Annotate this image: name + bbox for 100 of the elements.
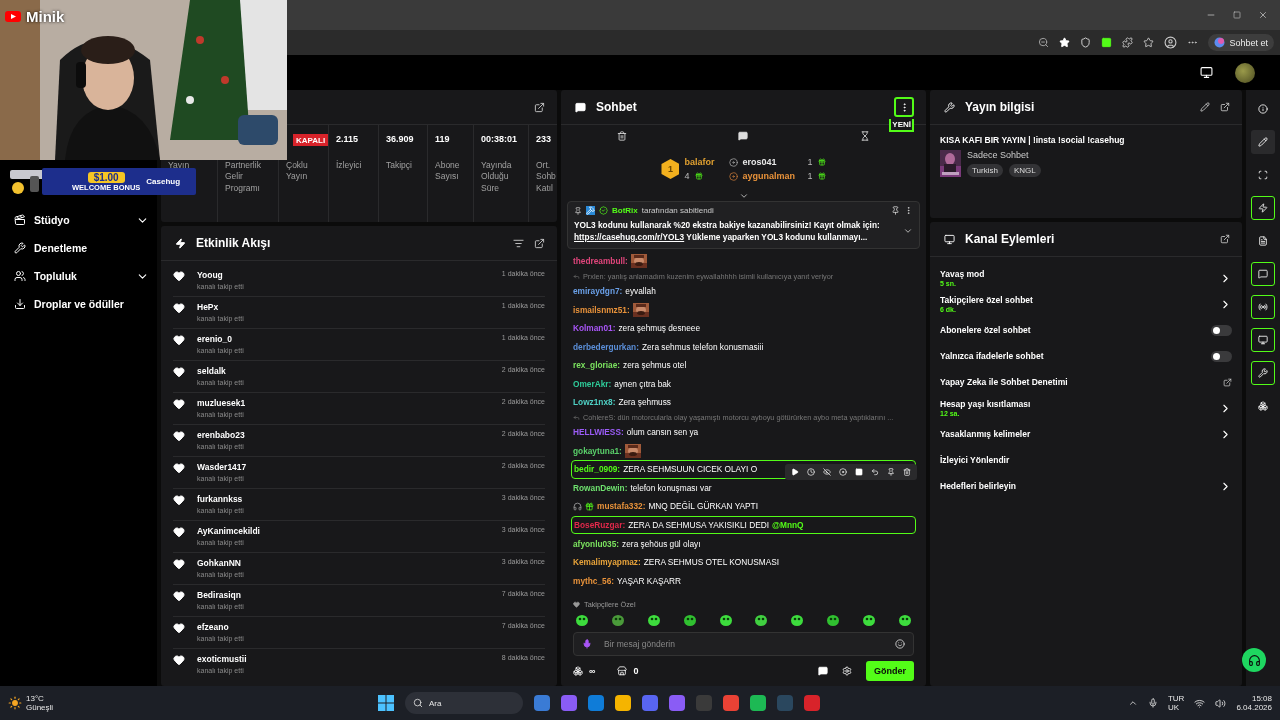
sidebar-item[interactable]: Denetleme — [14, 234, 149, 262]
app-icon[interactable] — [750, 695, 766, 711]
action-label: Hesap yaşı kısıtlaması — [940, 399, 1032, 409]
message-text: MNQ DEĞİL GÜRKAN YAPTI — [648, 501, 758, 512]
username: OmerAkr: — [573, 378, 612, 389]
status-badge: KAPALI — [293, 134, 329, 146]
more-icon[interactable] — [904, 206, 913, 215]
favorites-button[interactable] — [1143, 37, 1155, 48]
filter-icon[interactable] — [513, 237, 524, 249]
maximize-icon — [1233, 11, 1241, 19]
speaker-icon[interactable] — [1215, 697, 1227, 709]
clock-icon[interactable] — [807, 467, 815, 476]
trash-icon[interactable] — [616, 131, 627, 141]
app-icon[interactable] — [804, 695, 820, 711]
sidebar-item[interactable]: Topluluk — [14, 262, 149, 290]
pin-icon[interactable] — [891, 206, 900, 215]
popout-icon[interactable] — [534, 237, 545, 249]
search-field[interactable]: Ara — [405, 692, 523, 714]
gift-badge-icon — [585, 501, 594, 511]
emote-icon — [897, 614, 912, 626]
username: emiraydgn7: — [573, 285, 623, 296]
youtube-icon — [5, 11, 21, 22]
wrench-icon — [14, 242, 26, 254]
star-icon — [1059, 37, 1071, 48]
heart-icon — [173, 590, 185, 602]
message-text: zera şehöus gül olayı — [622, 538, 701, 549]
popout-icon[interactable] — [1220, 234, 1230, 244]
stat-value: 00:38:01 — [481, 134, 519, 146]
heart-icon — [173, 302, 185, 314]
chat-icon[interactable] — [738, 131, 749, 141]
follower-name: furkannkss — [197, 494, 244, 504]
external-link-icon[interactable] — [1223, 377, 1232, 387]
zoom-out-button[interactable] — [1038, 37, 1050, 48]
wifi-icon[interactable] — [1194, 697, 1206, 709]
app-icon[interactable] — [534, 695, 550, 711]
follower-name: Bedirasiqn — [197, 590, 242, 600]
tool-button[interactable] — [1251, 196, 1275, 220]
message-text: telefon konuşması var — [630, 482, 712, 493]
extension-button[interactable] — [1101, 37, 1113, 48]
play-icon[interactable] — [791, 467, 799, 476]
pin-icon[interactable] — [887, 467, 895, 476]
expand-icon[interactable] — [903, 226, 913, 236]
star-button[interactable] — [1059, 37, 1071, 48]
tool-button[interactable] — [1251, 328, 1275, 352]
username: derbedergurkan: — [573, 341, 639, 352]
toggle-switch[interactable] — [1211, 324, 1232, 336]
pencil-icon — [1258, 137, 1268, 147]
tool-button[interactable] — [1251, 361, 1275, 385]
category-name: Sadece Sohbet — [967, 150, 1030, 160]
sidebar-item[interactable]: Droplar ve ödüller — [14, 290, 149, 318]
app-icon[interactable] — [642, 695, 658, 711]
extensions-button[interactable] — [1122, 37, 1134, 48]
app-icon[interactable] — [615, 695, 631, 711]
mention[interactable]: @MnnQ — [771, 520, 804, 531]
stat-value: 36.909 — [386, 134, 415, 146]
stat-value: 2.115 — [336, 134, 360, 146]
toggle-switch[interactable] — [1211, 350, 1232, 362]
app-icon[interactable] — [561, 695, 577, 711]
sidebar-item[interactable]: Stüdyo — [14, 206, 149, 234]
app-icon[interactable] — [588, 695, 604, 711]
tool-button[interactable] — [1251, 130, 1275, 154]
pencil-icon[interactable] — [1200, 102, 1210, 112]
popout-icon[interactable] — [534, 101, 545, 113]
action-label: Yasaklanmış kelimeler — [940, 429, 1032, 439]
avatar[interactable] — [1235, 62, 1255, 83]
collapse-icon[interactable] — [738, 191, 749, 201]
leader-name: aygunalman — [742, 171, 796, 181]
popout-icon[interactable] — [1220, 102, 1230, 112]
extension-button[interactable] — [1080, 37, 1092, 48]
document-icon — [1258, 236, 1268, 246]
square-icon — [1101, 37, 1113, 48]
microphone-icon — [582, 639, 592, 649]
leader-name: balafor — [684, 157, 715, 167]
profile-button[interactable] — [1164, 36, 1178, 49]
hourglass-icon[interactable] — [860, 131, 871, 141]
disc-icon[interactable] — [839, 467, 847, 476]
microphone-icon[interactable] — [1147, 698, 1158, 708]
leader-name: eros041 — [742, 157, 778, 167]
tool-button[interactable] — [1251, 295, 1275, 319]
chevron-up-icon[interactable] — [1127, 698, 1138, 708]
app-icon[interactable] — [723, 695, 739, 711]
crossed-eye-icon[interactable] — [823, 467, 831, 476]
follower-name: HePx — [197, 302, 220, 312]
wrench-icon — [1258, 368, 1268, 378]
copilot-button[interactable]: Sohbet et — [1208, 34, 1274, 51]
message-field[interactable]: Bir mesaj gönderin — [573, 632, 914, 656]
settings-icon[interactable] — [842, 666, 852, 676]
tool-button[interactable] — [1251, 262, 1275, 286]
mod-view-button[interactable] — [1200, 66, 1213, 79]
windows-logo-icon[interactable] — [378, 695, 394, 711]
message-input[interactable]: Bir mesaj gönderin — [602, 638, 885, 650]
link[interactable]: https://casehug.com/r/YOL3 — [574, 232, 685, 242]
square-icon[interactable] — [855, 467, 863, 476]
send-button[interactable]: Gönder — [866, 661, 914, 681]
trash-icon[interactable] — [903, 467, 911, 476]
undo-icon[interactable] — [871, 467, 879, 476]
broadcast-icon — [1258, 302, 1268, 312]
username: gokaytuna1: — [573, 445, 622, 456]
app-icon[interactable] — [669, 695, 685, 711]
follower-name: erenio_0 — [197, 334, 233, 344]
